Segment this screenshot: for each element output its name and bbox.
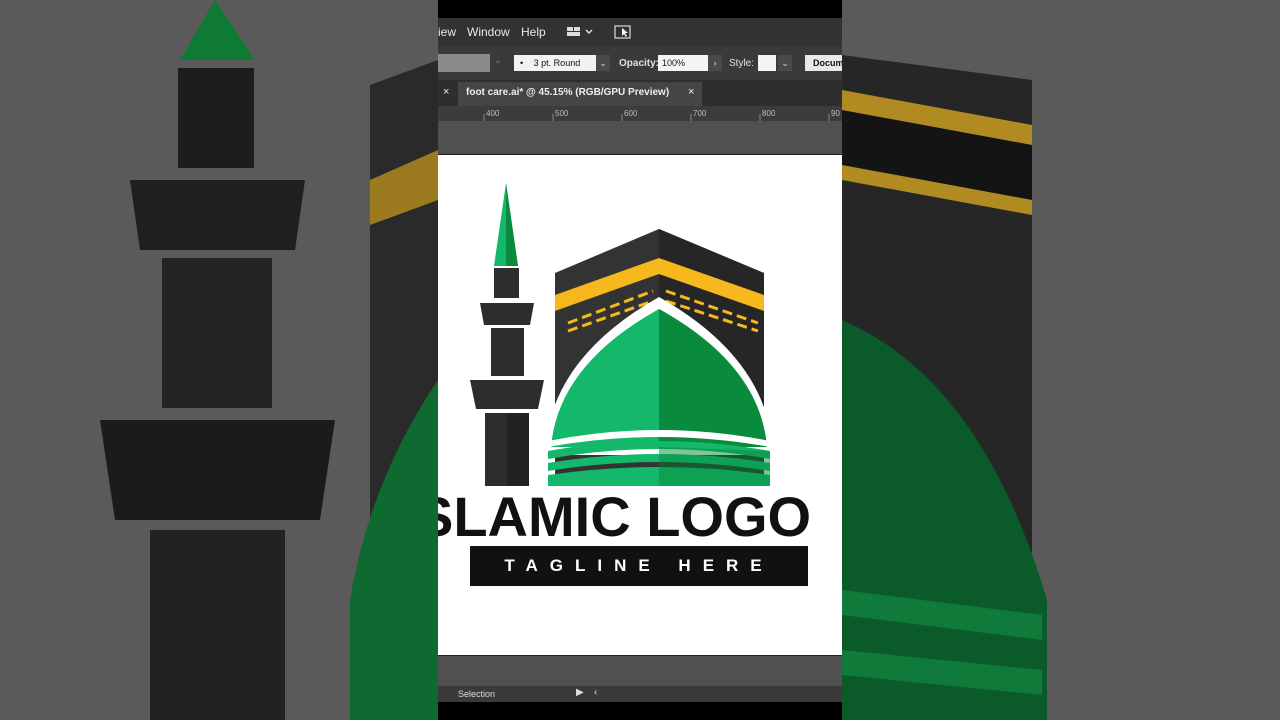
- control-bar: ⌄ • 3 pt. Round ⌄ Opacity: 100% › Style:…: [438, 46, 842, 80]
- stroke-profile-chevron-icon[interactable]: ⌄: [596, 55, 610, 71]
- logo-title-text: SLAMIC LOGO: [438, 486, 812, 548]
- background-right: [842, 0, 1280, 720]
- opacity-input[interactable]: 100%: [658, 55, 710, 71]
- gpu-performance-button[interactable]: [614, 24, 632, 40]
- chevron-left-icon[interactable]: ‹: [594, 687, 597, 698]
- opacity-label: Opacity:: [619, 58, 660, 69]
- stroke-profile-value: 3 pt. Round: [533, 58, 581, 68]
- bottom-black-bar: [438, 702, 842, 720]
- stroke-swatch[interactable]: [438, 54, 490, 72]
- menu-view[interactable]: iew: [438, 25, 456, 39]
- stroke-dropdown-icon[interactable]: ⌄: [494, 55, 506, 71]
- style-label: Style:: [729, 58, 755, 69]
- tagline-box: TAGLINE HERE: [470, 546, 808, 586]
- menu-window[interactable]: Window: [467, 25, 510, 39]
- tab-close-icon[interactable]: ×: [688, 86, 694, 98]
- rocket-cursor-icon: [614, 25, 631, 39]
- document-tab-bar: × foot care.ai* @ 45.15% (RGB/GPU Previe…: [438, 80, 842, 106]
- illustrator-window: iew Window Help ⌄ • 3 pt. Round ⌄ Opacit…: [438, 0, 842, 720]
- background-left: [0, 0, 438, 720]
- current-tool-label: Selection: [458, 689, 496, 699]
- menu-help[interactable]: Help: [521, 25, 546, 39]
- horizontal-ruler: 400 500 600 700 800 90: [438, 106, 842, 122]
- stroke-profile-select[interactable]: • 3 pt. Round: [514, 55, 596, 71]
- background-right-artwork: [842, 0, 1280, 720]
- layout-grid-icon: [567, 27, 593, 36]
- logo-title: SLAMIC LOGO: [438, 486, 842, 550]
- background-left-artwork: [0, 0, 438, 720]
- style-swatch[interactable]: [758, 55, 776, 71]
- status-bar: Selection ▶ ‹: [438, 686, 842, 702]
- opacity-chevron-right-icon[interactable]: ›: [708, 55, 722, 71]
- bullet-icon: •: [520, 58, 524, 68]
- top-black-bar: [438, 0, 842, 18]
- document-setup-button[interactable]: Docum: [805, 55, 842, 71]
- ruler-marks: [483, 114, 830, 121]
- play-icon[interactable]: ▶: [576, 687, 584, 698]
- document-tab-title: foot care.ai* @ 45.15% (RGB/GPU Preview): [466, 87, 670, 98]
- menu-bar: iew Window Help: [438, 18, 842, 46]
- close-icon[interactable]: ×: [443, 86, 449, 98]
- arrange-documents-button[interactable]: [566, 25, 594, 39]
- document-tab[interactable]: foot care.ai* @ 45.15% (RGB/GPU Preview)…: [458, 82, 702, 106]
- tagline-text: TAGLINE HERE: [504, 556, 774, 575]
- style-chevron-down-icon[interactable]: ⌄: [778, 55, 792, 71]
